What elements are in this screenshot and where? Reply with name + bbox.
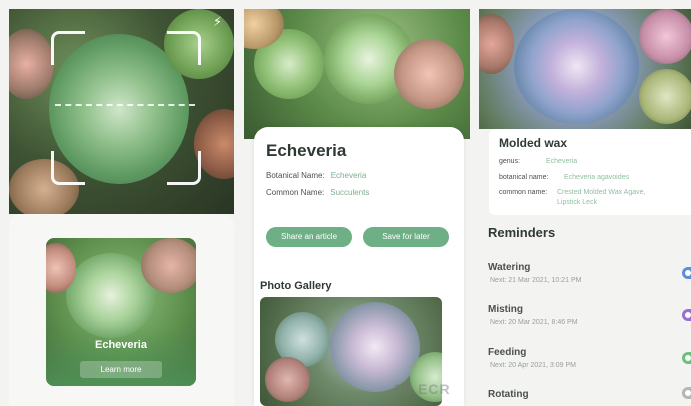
scanner-screen: ⚡ Echeveria Learn more (9, 9, 234, 406)
photo-gallery-heading: Photo Gallery (260, 280, 332, 292)
scan-frame-corner-br (167, 151, 201, 185)
common-name-value: Succulents (330, 188, 370, 197)
result-card[interactable]: Echeveria Learn more (46, 238, 196, 386)
botanical-name-value: Echeveria (330, 171, 367, 180)
plant-detail-screen: Echeveria Botanical Name: Echeveria Commo… (244, 9, 470, 406)
reminders-section: Reminders Watering Next: 21 Mar 2021, 10… (488, 129, 691, 406)
reminder-feeding-next: Next: 20 Apr 2021, 3:09 PM (490, 362, 576, 369)
result-plant-name: Echeveria (95, 339, 147, 351)
scan-frame-corner-tl (51, 31, 85, 65)
scan-frame-corner-bl (51, 151, 85, 185)
learn-more-button[interactable]: Learn more (80, 361, 162, 378)
botanical-name-row: Botanical Name: Echeveria (266, 171, 366, 180)
plant-title: Echeveria (266, 141, 347, 160)
plant-hero-image (244, 9, 470, 139)
reminder-misting-label: Misting (488, 304, 523, 315)
plant-hero-image-2 (479, 9, 691, 129)
common-name-row: Common Name: Succulents (266, 188, 369, 197)
save-for-later-button[interactable]: Save for later (363, 227, 449, 247)
result-sheet: Echeveria Learn more (9, 214, 234, 406)
reminders-heading: Reminders (488, 225, 556, 240)
reminder-rotating-label: Rotating (488, 389, 529, 400)
watermark-text: FILECR (394, 381, 451, 397)
reminder-watering-label: Watering (488, 262, 531, 273)
reminder-feeding-label: Feeding (488, 347, 527, 358)
misting-toggle[interactable] (682, 309, 691, 321)
common-name-label: Common Name: (266, 188, 325, 197)
scan-line (55, 104, 195, 106)
camera-preview[interactable]: ⚡ (9, 9, 234, 214)
reminder-watering-next: Next: 21 Mar 2021, 10:21 PM (490, 277, 582, 284)
botanical-name-label: Botanical Name: (266, 171, 325, 180)
share-article-button[interactable]: Share an article (266, 227, 352, 247)
feeding-toggle[interactable] (682, 352, 691, 364)
reminders-screen: Molded wax genus: Echeveria botanical na… (479, 9, 691, 406)
reminder-misting-next: Next: 20 Mar 2021, 8:46 PM (490, 319, 578, 326)
flash-icon[interactable]: ⚡ (213, 15, 222, 30)
plant-detail-card: Echeveria Botanical Name: Echeveria Commo… (254, 127, 464, 406)
watering-toggle[interactable] (682, 267, 691, 279)
scan-frame-corner-tr (167, 31, 201, 65)
rotating-toggle[interactable] (682, 387, 691, 399)
